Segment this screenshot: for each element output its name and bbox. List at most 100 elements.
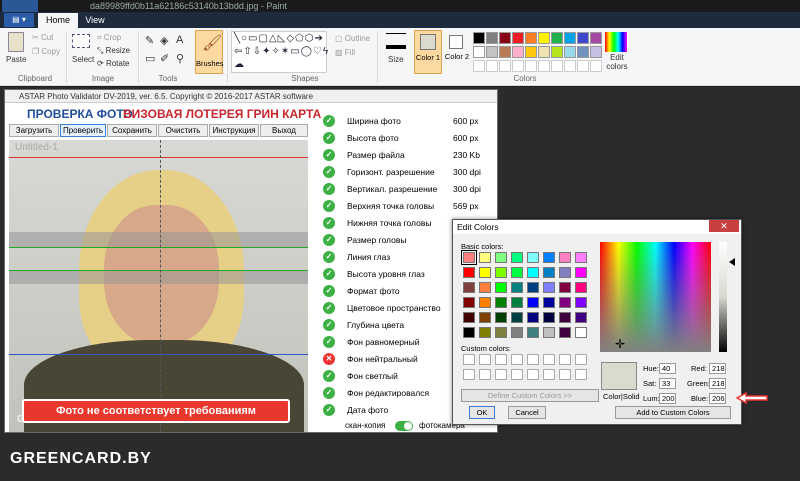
palette-swatch[interactable] bbox=[538, 32, 550, 44]
luminosity-bar[interactable] bbox=[719, 242, 727, 352]
custom-color-swatch[interactable] bbox=[559, 369, 571, 380]
shapes-gallery[interactable]: ╲○▭▢△◺◇⬠⬡➔ ⇦⇧⇩✦✧✶▭◯♡ϟ ☁ bbox=[231, 31, 328, 73]
basic-color-swatch[interactable] bbox=[463, 327, 475, 338]
basic-color-swatch[interactable] bbox=[559, 327, 571, 338]
crop-button[interactable]: ⌗ Crop bbox=[97, 33, 121, 43]
basic-color-swatch[interactable] bbox=[511, 312, 523, 323]
custom-color-swatch[interactable] bbox=[479, 369, 491, 380]
basic-color-swatch[interactable] bbox=[495, 327, 507, 338]
basic-color-swatch[interactable] bbox=[527, 327, 539, 338]
edit-colors-button[interactable]: Edit colors bbox=[604, 53, 630, 71]
save-button[interactable]: Сохранить bbox=[107, 124, 157, 137]
green-input[interactable]: 218 bbox=[709, 378, 726, 389]
custom-color-swatch[interactable] bbox=[575, 369, 587, 380]
basic-color-swatch[interactable] bbox=[495, 297, 507, 308]
palette-empty-swatch[interactable] bbox=[590, 60, 602, 72]
source-toggle[interactable] bbox=[395, 421, 413, 431]
pencil-icon[interactable]: ✎ bbox=[145, 34, 154, 47]
basic-color-swatch[interactable] bbox=[559, 267, 571, 278]
sat-input[interactable]: 33 bbox=[659, 378, 676, 389]
red-input[interactable]: 218 bbox=[709, 363, 726, 374]
palette-swatch[interactable] bbox=[525, 32, 537, 44]
palette-swatch[interactable] bbox=[512, 32, 524, 44]
basic-color-swatch[interactable] bbox=[543, 267, 555, 278]
palette-swatch[interactable] bbox=[551, 46, 563, 58]
basic-color-swatch[interactable] bbox=[527, 267, 539, 278]
basic-color-swatch[interactable] bbox=[461, 250, 477, 265]
size-button[interactable]: Size bbox=[388, 55, 404, 64]
palette-swatch[interactable] bbox=[499, 32, 511, 44]
custom-color-swatch[interactable] bbox=[495, 354, 507, 365]
brushes-button[interactable]: 🖌 Brushes bbox=[195, 30, 224, 74]
custom-color-swatch[interactable] bbox=[559, 354, 571, 365]
palette-swatch[interactable] bbox=[564, 46, 576, 58]
color2-button[interactable]: Color 2 bbox=[444, 30, 470, 74]
palette-swatch[interactable] bbox=[525, 46, 537, 58]
magnifier-icon[interactable]: ⚲ bbox=[176, 52, 184, 65]
define-custom-colors-button[interactable]: Define Custom Colors >> bbox=[461, 389, 599, 402]
color-picker-icon[interactable]: ✐ bbox=[160, 52, 169, 65]
palette-swatch[interactable] bbox=[486, 46, 498, 58]
palette-swatch[interactable] bbox=[473, 46, 485, 58]
load-button[interactable]: Загрузить bbox=[9, 124, 59, 137]
custom-color-swatch[interactable] bbox=[479, 354, 491, 365]
basic-color-swatch[interactable] bbox=[463, 267, 475, 278]
custom-color-swatch[interactable] bbox=[511, 354, 523, 365]
basic-color-swatch[interactable] bbox=[559, 282, 571, 293]
basic-color-swatch[interactable] bbox=[511, 282, 523, 293]
basic-color-swatch[interactable] bbox=[575, 282, 587, 293]
basic-color-swatch[interactable] bbox=[527, 252, 539, 263]
basic-color-swatch[interactable] bbox=[479, 267, 491, 278]
palette-empty-swatch[interactable] bbox=[538, 60, 550, 72]
custom-color-swatch[interactable] bbox=[543, 369, 555, 380]
basic-color-swatch[interactable] bbox=[543, 327, 555, 338]
basic-color-swatch[interactable] bbox=[527, 282, 539, 293]
blue-input[interactable]: 206 bbox=[709, 393, 726, 404]
help-button[interactable]: Инструкция bbox=[209, 124, 259, 137]
basic-color-swatch[interactable] bbox=[543, 252, 555, 263]
basic-color-swatch[interactable] bbox=[463, 297, 475, 308]
hue-input[interactable]: 40 bbox=[659, 363, 676, 374]
color1-button[interactable]: Color 1 bbox=[414, 30, 442, 74]
basic-color-swatch[interactable] bbox=[479, 282, 491, 293]
basic-color-swatch[interactable] bbox=[559, 312, 571, 323]
palette-swatch[interactable] bbox=[512, 46, 524, 58]
ok-button[interactable]: OK bbox=[469, 406, 495, 419]
validator-window[interactable]: ASTAR Photo Validator DV-2019, ver. 6.5.… bbox=[4, 89, 498, 433]
basic-color-swatch[interactable] bbox=[543, 297, 555, 308]
basic-color-swatch[interactable] bbox=[527, 312, 539, 323]
basic-color-swatch[interactable] bbox=[511, 252, 523, 263]
basic-color-swatch[interactable] bbox=[495, 312, 507, 323]
palette-empty-swatch[interactable] bbox=[486, 60, 498, 72]
palette-swatch[interactable] bbox=[538, 46, 550, 58]
custom-color-swatch[interactable] bbox=[575, 354, 587, 365]
add-to-custom-colors-button[interactable]: Add to Custom Colors bbox=[615, 406, 731, 419]
basic-color-swatch[interactable] bbox=[575, 312, 587, 323]
fill-button[interactable]: ▨ Fill bbox=[335, 48, 355, 57]
palette-swatch[interactable] bbox=[577, 32, 589, 44]
basic-color-swatch[interactable] bbox=[527, 297, 539, 308]
color-spectrum[interactable] bbox=[600, 242, 711, 352]
basic-color-swatch[interactable] bbox=[559, 297, 571, 308]
fill-bucket-icon[interactable]: ◈ bbox=[160, 34, 168, 47]
palette-empty-swatch[interactable] bbox=[473, 60, 485, 72]
palette-swatch[interactable] bbox=[486, 32, 498, 44]
palette-swatch[interactable] bbox=[577, 46, 589, 58]
palette-swatch[interactable] bbox=[564, 32, 576, 44]
dialog-close-button[interactable]: ✕ bbox=[709, 220, 739, 232]
resize-button[interactable]: ⤡ Resize bbox=[97, 46, 130, 56]
tab-view[interactable]: View bbox=[80, 13, 110, 28]
quick-access-toolbar[interactable] bbox=[2, 0, 38, 12]
basic-color-swatch[interactable] bbox=[543, 282, 555, 293]
palette-empty-swatch[interactable] bbox=[564, 60, 576, 72]
custom-color-swatch[interactable] bbox=[463, 354, 475, 365]
file-menu-button[interactable]: ▤ ▾ bbox=[4, 13, 34, 27]
basic-color-swatch[interactable] bbox=[463, 312, 475, 323]
basic-color-swatch[interactable] bbox=[511, 327, 523, 338]
rotate-button[interactable]: ⟳ Rotate bbox=[97, 59, 130, 68]
palette-swatch[interactable] bbox=[590, 46, 602, 58]
cancel-button[interactable]: Cancel bbox=[508, 406, 546, 419]
custom-color-swatch[interactable] bbox=[463, 369, 475, 380]
palette-empty-swatch[interactable] bbox=[525, 60, 537, 72]
basic-color-swatch[interactable] bbox=[511, 297, 523, 308]
